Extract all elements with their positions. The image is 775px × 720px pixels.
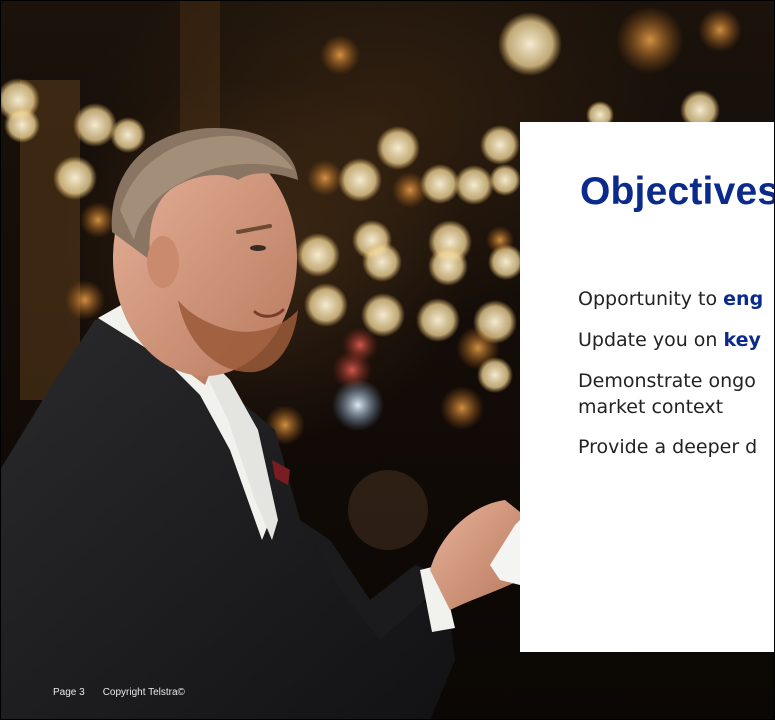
- objective-item-1: Opportunity to eng: [578, 286, 763, 312]
- objectives-list: Opportunity to eng Update you on key Dem…: [578, 286, 763, 475]
- page-number: Page 3: [53, 687, 85, 698]
- objective-3-line1: Demonstrate ongo: [578, 370, 756, 392]
- slide: Objectives Opportunity to eng Update you…: [0, 0, 775, 720]
- slide-title: Objectives: [580, 170, 775, 213]
- objective-4-text: Provide a deeper d: [578, 436, 758, 458]
- objective-item-2: Update you on key: [578, 327, 763, 353]
- objective-item-4: Provide a deeper d: [578, 434, 763, 460]
- slide-footer: Page 3 Copyright Telstra©: [53, 687, 203, 698]
- objective-3-line2: market context: [578, 396, 724, 418]
- objective-1-text: Opportunity to: [578, 288, 724, 310]
- objective-1-highlight: eng: [723, 288, 764, 310]
- objective-item-3: Demonstrate ongo market context: [578, 368, 763, 420]
- objective-2-highlight: key: [723, 329, 761, 351]
- objectives-card: Objectives Opportunity to eng Update you…: [520, 122, 775, 652]
- copyright-text: Copyright Telstra©: [102, 687, 185, 698]
- objective-2-text: Update you on: [578, 329, 724, 351]
